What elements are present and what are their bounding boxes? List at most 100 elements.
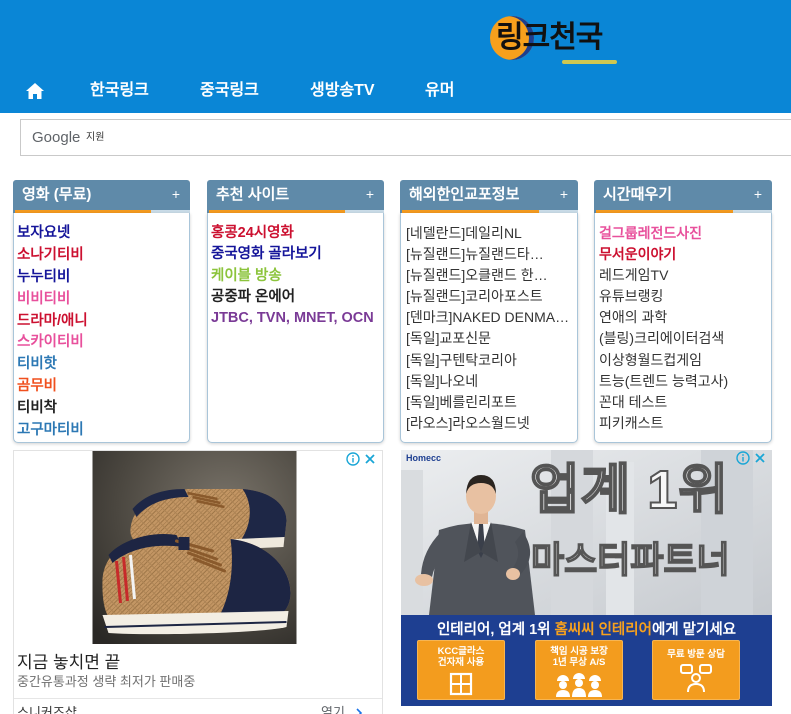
box-header: 추천 사이트 +: [207, 180, 384, 210]
nav-china-links[interactable]: 중국링크: [200, 80, 259, 102]
box-title: 시간때우기: [603, 186, 673, 203]
chevron-right-icon[interactable]: [354, 707, 364, 714]
overseas-link[interactable]: [독일]구텐탁코리아: [406, 350, 577, 371]
overseas-link[interactable]: [독일]베를린리포트: [406, 392, 577, 413]
ad-headline[interactable]: 인테리어, 업계 1위 홈씨씨 인테리어에게 맡기세요: [401, 621, 772, 639]
interior-ad[interactable]: Homecc 업계 1위 마스터파트너 인테리어, 업계 1위 홈씨씨 인테리어…: [401, 450, 772, 706]
overseas-link[interactable]: [뉴질랜드]오클랜드 한…: [406, 265, 577, 286]
time-killer-link[interactable]: 유튜브랭킹: [599, 286, 771, 307]
box-body: 걸그룹레전드사진 무서운이야기 레드게임TV 유튜브랭킹 연애의 과학 (블링)…: [594, 213, 772, 443]
movie-link[interactable]: 티비착: [17, 398, 189, 420]
feature-line-2: 1년 무상 A/S: [552, 657, 606, 668]
feature-line-1: 책임 시공 보장: [550, 646, 608, 657]
ad-open-button[interactable]: 열기: [321, 705, 345, 714]
movie-link[interactable]: 티비핫: [17, 354, 189, 376]
box-recommended-sites: 추천 사이트 + 홍콩24시영화 중국영화 골라보기 케이블 방송 공중파 온에…: [207, 180, 384, 443]
ad-advertiser: 스니커즈샵: [17, 705, 77, 714]
close-icon[interactable]: [753, 451, 767, 465]
time-killer-link[interactable]: 트능(트렌드 능력고사): [599, 371, 771, 392]
box-body: 보자요넷 소나기티비 누누티비 비비티비 드라마/애니 스카이티비 티비핫 곰무…: [13, 213, 190, 443]
ad-divider: [14, 698, 382, 699]
link-list: 걸그룹레전드사진 무서운이야기 레드게임TV 유튜브랭킹 연애의 과학 (블링)…: [595, 213, 771, 434]
ad-choices[interactable]: [736, 451, 768, 466]
recommended-link[interactable]: JTBC, TVN, MNET, OCN: [211, 308, 383, 329]
overseas-link[interactable]: [독일]교포신문: [406, 328, 577, 349]
time-killer-link[interactable]: (블링)크리에이터검색: [599, 328, 771, 349]
box-overseas-korean-info: 해외한인교포정보 + [네델란드]데일리NL [뉴질랜드]뉴질랜드타… [뉴질랜…: [400, 180, 578, 443]
time-killer-link[interactable]: 연애의 과학: [599, 307, 771, 328]
ad-choices[interactable]: [346, 452, 378, 467]
time-killer-link[interactable]: 무서운이야기: [599, 244, 771, 265]
link-list: 홍콩24시영화 중국영화 골라보기 케이블 방송 공중파 온에어 JTBC, T…: [208, 213, 383, 329]
movie-link[interactable]: 보자요넷: [17, 223, 189, 245]
search-label: 지원: [86, 132, 105, 143]
movie-link[interactable]: 소나기티비: [17, 245, 189, 267]
ad-headline-post: 에게 맡기세요: [651, 622, 737, 638]
time-killer-link[interactable]: 레드게임TV: [599, 265, 771, 286]
ad-band: 인테리어, 업계 1위 홈씨씨 인테리어에게 맡기세요 KCC글라스 건자재 사…: [401, 615, 772, 706]
logo-text: 링크천국: [496, 21, 603, 54]
link-list: 보자요넷 소나기티비 누누티비 비비티비 드라마/애니 스카이티비 티비핫 곰무…: [14, 213, 189, 442]
home-icon[interactable]: [25, 82, 45, 100]
box-title: 영화 (무료): [22, 186, 92, 203]
movie-link[interactable]: 비비티비: [17, 289, 189, 311]
info-icon[interactable]: [736, 451, 750, 465]
feature-materials[interactable]: KCC글라스 건자재 사용: [417, 640, 505, 700]
time-killer-link[interactable]: 걸그룹레전드사진: [599, 223, 771, 244]
feature-line-1: KCC글라스: [437, 646, 485, 657]
overseas-link[interactable]: [뉴질랜드]코리아포스트: [406, 286, 577, 307]
overseas-link[interactable]: [독일]나오네: [406, 371, 577, 392]
nav-korea-links[interactable]: 한국링크: [90, 80, 149, 102]
feature-line-1: 무료 방문 상담: [667, 649, 725, 660]
expand-button[interactable]: +: [560, 185, 568, 203]
nav-humor[interactable]: 유머: [425, 80, 454, 102]
ad-headline-pre: 인테리어, 업계 1위: [436, 622, 555, 638]
consult-chat-icon: [680, 664, 712, 693]
ad-description: 중간유통과정 생략 최저가 판매중: [17, 674, 196, 689]
link-list: [네델란드]데일리NL [뉴질랜드]뉴질랜드타… [뉴질랜드]오클랜드 한… […: [401, 213, 577, 434]
time-killer-link[interactable]: 이상형월드컵게임: [599, 350, 771, 371]
ad-big-line-2: 마스터파트너: [530, 538, 730, 581]
site-header: 링크천국 한국링크 중국링크 생방송TV 유머: [0, 0, 791, 113]
close-icon[interactable]: [363, 452, 377, 466]
box-body: [네델란드]데일리NL [뉴질랜드]뉴질랜드타… [뉴질랜드]오클랜드 한… […: [400, 213, 578, 443]
feature-consultation[interactable]: 무료 방문 상담: [652, 640, 740, 700]
movie-link[interactable]: 누누티비: [17, 267, 189, 289]
overseas-link[interactable]: [뉴질랜드]뉴질랜드타…: [406, 244, 577, 265]
box-time-killers: 시간때우기 + 걸그룹레전드사진 무서운이야기 레드게임TV 유튜브랭킹 연애의…: [594, 180, 772, 443]
ad-big-line-1: 업계 1위: [529, 459, 730, 521]
movie-link[interactable]: 스카이티비: [17, 332, 189, 354]
time-killer-link[interactable]: 피키캐스트: [599, 413, 771, 434]
overseas-link[interactable]: [네델란드]데일리NL: [406, 223, 577, 244]
search-input[interactable]: Google 지원: [20, 119, 791, 156]
box-header: 영화 (무료) +: [13, 180, 190, 210]
recommended-link[interactable]: 공중파 온에어: [211, 287, 383, 308]
ad-headline-brand: 홈씨씨 인테리어: [554, 622, 652, 638]
ad-brand-logo: Homecc: [406, 453, 442, 463]
overseas-link[interactable]: [라오스]라오스월드넷: [406, 413, 577, 434]
nav-live-tv[interactable]: 생방송TV: [310, 80, 375, 102]
recommended-link[interactable]: 홍콩24시영화: [211, 223, 383, 244]
site-logo[interactable]: 링크천국: [488, 12, 623, 68]
logo-subline: [562, 60, 617, 64]
expand-button[interactable]: +: [172, 185, 180, 203]
overseas-link[interactable]: [덴마크]NAKED DENMA…: [406, 307, 577, 328]
ad-headline[interactable]: 지금 놓치면 끝: [17, 652, 120, 674]
feature-warranty[interactable]: 책임 시공 보장 1년 무상 A/S: [535, 640, 623, 700]
recommended-link[interactable]: 중국영화 골라보기: [211, 244, 383, 265]
sneaker-ad[interactable]: 지금 놓치면 끝 중간유통과정 생략 최저가 판매중 스니커즈샵 열기: [13, 450, 383, 714]
box-title: 추천 사이트: [216, 186, 290, 203]
info-icon[interactable]: [346, 452, 360, 466]
movie-link[interactable]: 고구마티비: [17, 420, 189, 442]
feature-line-2: 건자재 사용: [437, 657, 485, 668]
time-killer-link[interactable]: 꼰대 테스트: [599, 392, 771, 413]
box-body: 홍콩24시영화 중국영화 골라보기 케이블 방송 공중파 온에어 JTBC, T…: [207, 213, 384, 443]
expand-button[interactable]: +: [754, 185, 762, 203]
workers-icon: [556, 673, 602, 697]
expand-button[interactable]: +: [366, 185, 374, 203]
sneakers-image[interactable]: [92, 451, 297, 644]
window-icon: [449, 672, 473, 696]
recommended-link[interactable]: 케이블 방송: [211, 266, 383, 287]
movie-link[interactable]: 곰무비: [17, 376, 189, 398]
movie-link[interactable]: 드라마/애니: [17, 311, 189, 333]
